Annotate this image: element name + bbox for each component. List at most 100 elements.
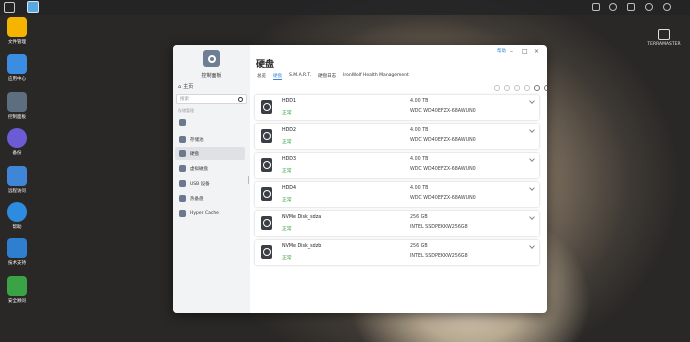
start-menu-icon[interactable]: [4, 2, 15, 13]
disk-size: 4.00 TB: [410, 157, 429, 162]
chevron-down-icon[interactable]: [529, 127, 535, 133]
desktop-icon-1[interactable]: 应用中心: [0, 54, 34, 82]
folder-icon: [7, 17, 27, 37]
desktop-icon-label: 帮助: [12, 225, 22, 230]
disk-model: WDC WD40EFZX-68AWUN0: [410, 109, 476, 114]
chevron-down-icon[interactable]: [529, 98, 535, 104]
virtual-disk-icon: [179, 165, 186, 172]
headset-icon: [7, 238, 27, 258]
disk-status: 正常: [282, 169, 292, 174]
backup-icon: [7, 128, 27, 148]
home-icon: ⌂: [178, 83, 182, 90]
app-title: 控制面板: [201, 73, 222, 79]
sidebar-item-6[interactable]: Hyper Cache: [175, 207, 245, 220]
disk-name: HDD4: [282, 186, 297, 191]
info-icon[interactable]: [514, 85, 520, 91]
pool-icon: [179, 136, 186, 143]
tab-4[interactable]: IronWolf Health Management: [343, 73, 409, 80]
disk-card[interactable]: HDD1 正常 4.00 TB WDC WD40EFZX-68AWUN0: [255, 95, 539, 120]
disk-name: HDD3: [282, 157, 297, 162]
close-icon[interactable]: ×: [534, 48, 539, 55]
disk-model: WDC WD40EFZX-68AWUN0: [410, 167, 476, 172]
search-input[interactable]: 搜索: [176, 94, 247, 104]
toolbar: [494, 85, 547, 91]
disk-size: 4.00 TB: [410, 186, 429, 191]
sidebar: 控制面板 ⌂ 主页 搜索 存储管理 存储池 硬盘 虚拟磁盘 USB 设备 热备盘 Hyper…: [173, 45, 250, 313]
home-link[interactable]: ⌂ 主页: [178, 83, 193, 91]
disk-model: INTEL SSDPEKKW256G8: [410, 225, 468, 230]
control-panel-taskbar-icon[interactable]: [27, 1, 39, 13]
sidebar-item-label: 硬盘: [190, 151, 199, 157]
erase-icon[interactable]: [524, 85, 530, 91]
test-icon[interactable]: [504, 85, 510, 91]
disk-model: INTEL SSDPEKKW256G8: [410, 254, 468, 259]
sidebar-item-4[interactable]: USB 设备: [175, 177, 245, 190]
desktop-icon-label: 控制面板: [8, 115, 26, 120]
hard-disk-icon: [261, 158, 272, 172]
locate-icon[interactable]: [494, 85, 500, 91]
t-icon: [7, 166, 27, 186]
sidebar-item-2[interactable]: 硬盘: [175, 147, 245, 160]
tab-1[interactable]: 硬盘: [273, 73, 282, 80]
desktop-icon-4[interactable]: 远程访问: [0, 166, 34, 194]
disk-card[interactable]: HDD3 正常 4.00 TB WDC WD40EFZX-68AWUN0: [255, 153, 539, 178]
desktop-icon-3[interactable]: 备份: [0, 128, 34, 156]
question-icon: [7, 202, 27, 222]
disk-card[interactable]: NVMe Disk_sdzb 正常 256 GB INTEL SSDPEKKW256G…: [255, 240, 539, 265]
desktop-icon-label: 技术支持: [8, 261, 26, 266]
desktop-icon-label: 安全顾问: [8, 299, 26, 304]
hard-disk-icon: [261, 129, 272, 143]
sidebar-item-0[interactable]: [175, 116, 245, 129]
chevron-down-icon[interactable]: [529, 185, 535, 191]
control-panel-logo-icon: [203, 50, 220, 67]
tab-3[interactable]: 硬盘日志: [318, 73, 336, 80]
settings-icon[interactable]: [534, 85, 540, 91]
tab-2[interactable]: S.M.A.R.T.: [289, 73, 311, 80]
disk-card[interactable]: HDD4 正常 4.00 TB WDC WD40EFZX-68AWUN0: [255, 182, 539, 207]
disk-status: 正常: [282, 111, 292, 116]
disk-size: 4.00 TB: [410, 128, 429, 133]
usb-icon: [179, 180, 186, 187]
user-icon[interactable]: [663, 3, 671, 11]
desktop-icon-0[interactable]: 文件管理: [0, 17, 34, 45]
sidebar-item-label: Hyper Cache: [190, 211, 219, 216]
hard-disk-icon: [261, 216, 272, 230]
disk-name: HDD1: [282, 99, 297, 104]
disk-model: WDC WD40EFZX-68AWUN0: [410, 196, 476, 201]
disk-card[interactable]: NVMe Disk_sdza 正常 256 GB INTEL SSDPEKKW256G…: [255, 211, 539, 236]
tab-0[interactable]: 总览: [257, 73, 266, 80]
disk-size: 256 GB: [410, 244, 428, 249]
hard-disk-icon: [261, 245, 272, 259]
chevron-down-icon[interactable]: [529, 214, 535, 220]
sidebar-item-label: 热备盘: [190, 196, 204, 202]
disk-name: HDD2: [282, 128, 297, 133]
taskbar: [0, 0, 690, 15]
disk-status: 正常: [282, 140, 292, 145]
search-icon: [238, 96, 243, 102]
widget-icon[interactable]: [627, 3, 635, 11]
minimize-icon[interactable]: –: [510, 48, 513, 55]
hard-disk-icon: [261, 100, 272, 114]
task-icon[interactable]: [609, 3, 617, 11]
help-link[interactable]: 帮助: [497, 48, 506, 54]
chevron-down-icon[interactable]: [529, 156, 535, 162]
sidebar-item-3[interactable]: 虚拟磁盘: [175, 162, 245, 175]
disk-name: NVMe Disk_sdzb: [282, 244, 322, 249]
sidebar-item-1[interactable]: 存储池: [175, 133, 245, 146]
desktop-icon-7[interactable]: 安全顾问: [0, 276, 34, 304]
maximize-icon[interactable]: □: [522, 48, 528, 55]
bag-icon: [7, 54, 27, 74]
hot-spare-icon: [179, 195, 186, 202]
desktop-icon-2[interactable]: 控制面板: [0, 92, 34, 120]
notification-icon[interactable]: [592, 3, 600, 11]
sidebar-item-5[interactable]: 热备盘: [175, 192, 245, 205]
disk-name: NVMe Disk_sdza: [282, 215, 322, 220]
search-icon[interactable]: [645, 3, 653, 11]
desktop-icon-6[interactable]: 技术支持: [0, 238, 34, 266]
desktop-icon-5[interactable]: 帮助: [0, 202, 34, 230]
refresh-icon[interactable]: [544, 85, 547, 91]
disk-model: WDC WD40EFZX-68AWUN0: [410, 138, 476, 143]
chevron-down-icon[interactable]: [529, 243, 535, 249]
sidebar-item-label: USB 设备: [190, 181, 210, 187]
disk-card[interactable]: HDD2 正常 4.00 TB WDC WD40EFZX-68AWUN0: [255, 124, 539, 149]
